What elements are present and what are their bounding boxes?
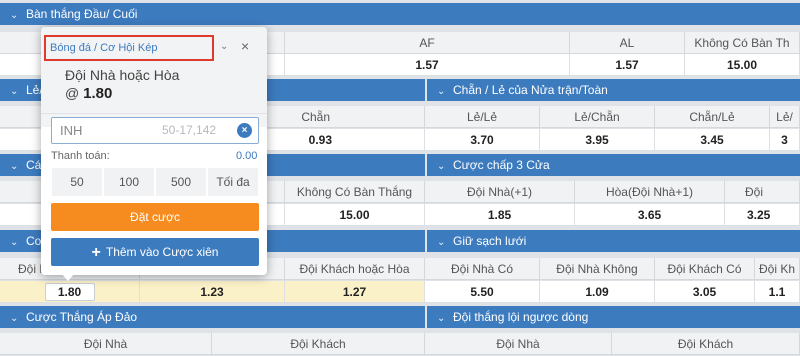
column-header: Đội Khách [725,181,800,221]
chevron-down-icon: ⌄ [437,86,446,97]
market-label: Bóng đá / Cơ Hội Kép [44,35,214,61]
stake-input-value: INH [60,123,83,138]
column-header: Đội Nhà [425,333,612,355]
section-title: Cược Thắng Áp Đảo [26,310,138,324]
column-header: Đội Khách [612,333,800,355]
section-title: Bàn thắng Đầu/ Cuối [26,7,138,21]
column-header: Không Có Bàn Th [685,32,800,54]
section-header-comeback-win[interactable]: ⌄ Đội thắng lội ngược dòng [427,306,800,328]
column-header: Chẵn/Lẻ [655,106,770,128]
section-header-clean-sheet[interactable]: ⌄ Giữ sạch lưới [427,230,800,252]
odds-cell[interactable]: 15.00 [285,204,425,226]
odds-cell[interactable]: 5.50 [425,281,540,303]
odds-cell[interactable]: 3.45 [655,129,770,151]
odds-cell[interactable]: 1.1 [755,281,800,303]
column-header: Đội Khách hoặc Hòa [285,258,425,280]
section-title: Cược chấp 3 Cửa [453,158,550,172]
quick-stake-50[interactable]: 50 [51,167,103,197]
section-title: Chẵn / Lẻ của Nửa trận/Toàn [453,83,608,97]
column-header: Không Có Bàn Thắng [285,181,425,203]
chevron-down-icon: ⌄ [437,313,446,324]
selection-name: Đội Nhà hoặc Hòa [65,67,180,83]
section-title: Giữ sạch lưới [453,234,527,248]
odds-cell[interactable]: 15.00 [685,54,800,76]
chevron-down-icon[interactable]: ⌄ [220,41,228,52]
chevron-down-icon: ⌄ [437,237,446,248]
selection-odds: @ 1.80 [65,85,113,102]
chevron-down-icon: ⌄ [10,161,19,172]
column-header: Lẻ/Chẵn [540,106,655,128]
odds-cell-selected[interactable]: 1.80 [0,281,140,303]
odds-cell[interactable]: 1.27 [285,281,425,303]
column-header: Lẻ/ [770,106,800,128]
column-header: Đội Kh [755,258,800,280]
divider [41,113,267,114]
plus-icon: + [91,244,101,261]
odds-cell[interactable]: 1.23 [140,281,285,303]
place-bet-button[interactable]: Đặt cược [51,203,259,231]
section-header-first-last-goal[interactable]: ⌄ Bàn thắng Đầu/ Cuối [0,3,800,25]
odds-cell[interactable]: 3 [770,129,800,151]
stake-input[interactable]: INH 50-17,142 × [51,117,259,144]
section-title: Đội thắng lội ngược dòng [453,310,589,324]
section-header-3way-handicap[interactable]: ⌄ Cược chấp 3 Cửa [427,154,800,176]
odds-cell[interactable]: 1.57 [285,54,570,76]
chevron-down-icon: ⌄ [437,161,446,172]
quick-stake-max[interactable]: Tối đa [207,167,259,197]
section-title: Cá [26,158,42,172]
odds-cell[interactable]: 3.05 [655,281,755,303]
payout-label: Thanh toán: [51,150,110,162]
clear-icon[interactable]: × [237,123,252,138]
stake-range-placeholder: 50-17,142 [162,123,217,137]
chevron-down-icon: ⌄ [10,313,19,324]
add-to-parlay-button[interactable]: + Thêm vào Cược xiên [51,238,259,266]
column-header: Đội Nhà [0,333,212,355]
chevron-down-icon: ⌄ [10,10,19,21]
chevron-down-icon: ⌄ [10,237,19,248]
odds-cell[interactable]: 3.95 [540,129,655,151]
section-header-ht-ft-odd-even[interactable]: ⌄ Chẵn / Lẻ của Nửa trận/Toàn [427,79,800,101]
quick-stake-500[interactable]: 500 [155,167,207,197]
column-header: Đội Khách Có [655,258,755,280]
quick-stake-100[interactable]: 100 [103,167,155,197]
odds-cell[interactable]: 1.57 [570,54,685,76]
column-header: Đội Nhà(+1) [425,181,575,203]
popup-pointer [62,274,74,281]
column-header: Đội Nhà Có [425,258,540,280]
section-header-winning-margin[interactable]: ⌄ Cược Thắng Áp Đảo [0,306,425,328]
bet-slip-popup: Bóng đá / Cơ Hội Kép ⌄ × Đội Nhà hoặc Hò… [41,27,267,275]
column-header: Lẻ/Lẻ [425,106,540,128]
odds-cell[interactable]: 3.25 [725,204,800,226]
column-header: Đội Khách [212,333,425,355]
column-header: AL [570,32,685,54]
add-to-parlay-label: Thêm vào Cược xiên [105,245,219,259]
odds-cell[interactable]: 3.65 [575,204,725,226]
odds-cell[interactable]: 3.70 [425,129,540,151]
close-icon[interactable]: × [241,38,249,54]
column-header: Hòa(Đội Nhà+1) [575,181,725,203]
column-header: Đội Nhà Không [540,258,655,280]
chevron-down-icon: ⌄ [10,86,19,97]
selected-odds-chip[interactable]: 1.80 [44,283,95,301]
odds-cell[interactable]: 1.09 [540,281,655,303]
odds-cell[interactable]: 1.85 [425,204,575,226]
column-header: AF [285,32,570,54]
payout-value: 0.00 [236,150,258,162]
